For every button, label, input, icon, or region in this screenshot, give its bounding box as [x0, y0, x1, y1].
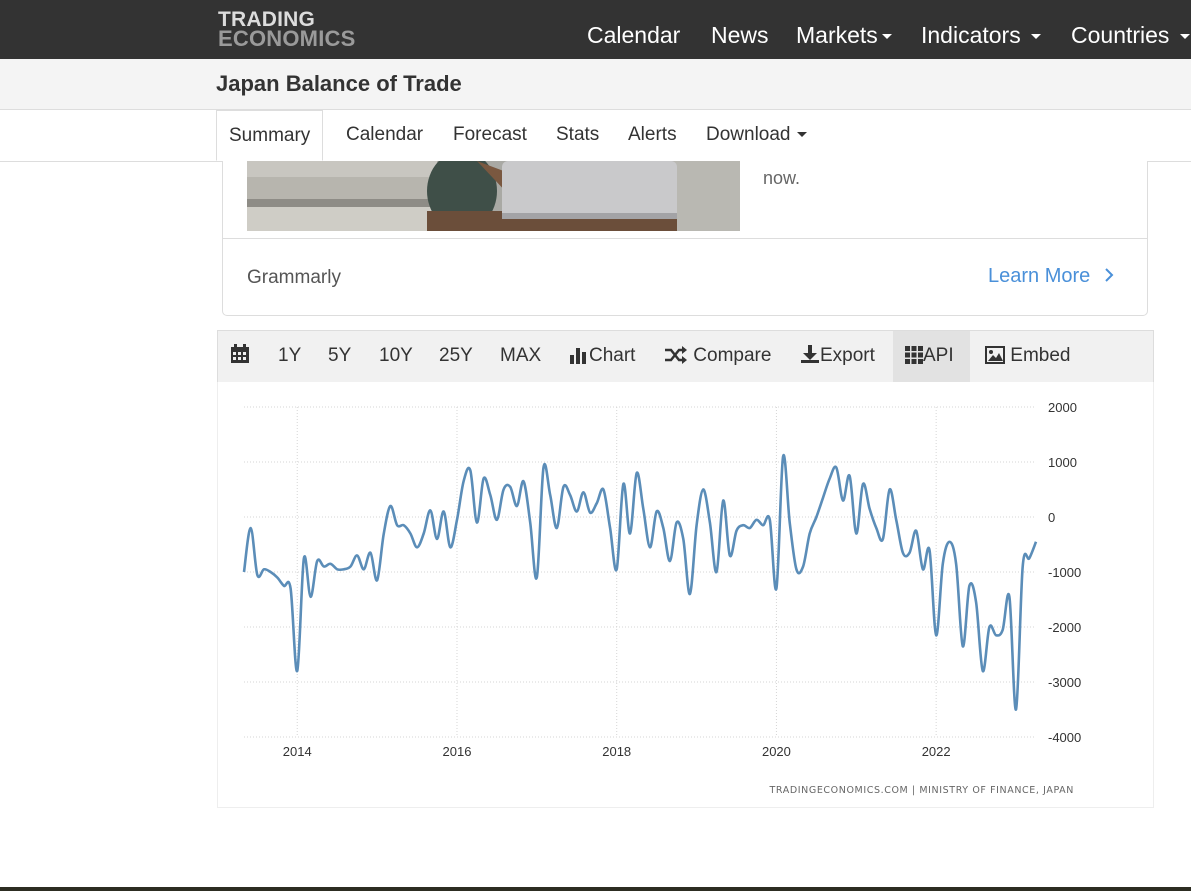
compare-button[interactable]: Compare	[664, 331, 771, 382]
compare-label: Compare	[693, 345, 772, 366]
date-range-picker[interactable]	[230, 331, 250, 382]
range-5y-label: 5Y	[328, 345, 352, 366]
range-10y-label: 10Y	[379, 345, 413, 366]
x-tick-label: 2014	[283, 744, 312, 759]
chart-source: TRADINGECONOMICS.COM | MINISTRY OF FINAN…	[769, 785, 1074, 796]
image-icon	[985, 346, 1005, 364]
grid-icon	[905, 346, 923, 364]
y-tick-label: -1000	[1048, 565, 1081, 580]
nav-news-label: News	[711, 22, 769, 48]
x-tick-label: 2018	[602, 744, 631, 759]
chevron-down-icon	[796, 132, 807, 138]
advertisement: now. Grammarly Learn More	[222, 161, 1148, 316]
tab-calendar[interactable]: Calendar	[346, 110, 423, 161]
range-10y-button[interactable]: 10Y	[379, 331, 413, 382]
export-label: Export	[820, 345, 875, 366]
x-tick-label: 2022	[922, 744, 951, 759]
x-tick-label: 2016	[443, 744, 472, 759]
top-navbar: TRADING ECONOMICS Calendar News Markets …	[0, 0, 1191, 59]
bar-chart-icon	[570, 348, 586, 364]
page-title: Japan Balance of Trade	[216, 71, 462, 96]
api-button[interactable]: API	[893, 331, 970, 382]
divider	[223, 238, 1147, 239]
nav-calendar[interactable]: Calendar	[587, 0, 680, 59]
learn-more-label: Learn More	[988, 265, 1091, 287]
nav-countries-label: Countries	[1071, 22, 1170, 48]
y-tick-label: 0	[1048, 510, 1055, 525]
y-tick-label: -4000	[1048, 730, 1081, 745]
range-1y-button[interactable]: 1Y	[278, 331, 301, 382]
nav-indicators[interactable]: Indicators	[921, 0, 1042, 59]
tab-alerts[interactable]: Alerts	[628, 110, 677, 161]
y-tick-label: 2000	[1048, 400, 1077, 415]
nav-countries[interactable]: Countries	[1071, 0, 1190, 59]
export-button[interactable]: Export	[800, 331, 875, 382]
chevron-down-icon	[1179, 34, 1190, 40]
range-25y-button[interactable]: 25Y	[439, 331, 473, 382]
ad-text: now.	[763, 168, 801, 188]
range-25y-label: 25Y	[439, 345, 473, 366]
embed-button[interactable]: Embed	[985, 331, 1070, 382]
tab-stats-label: Stats	[556, 124, 600, 145]
nav-news[interactable]: News	[711, 0, 769, 59]
tab-calendar-label: Calendar	[346, 124, 424, 145]
chart-container: 2000 1000 0 -1000 -2000 -3000 -4000 2014 2016 201…	[217, 382, 1154, 808]
embed-label: Embed	[1010, 345, 1071, 366]
chevron-down-icon	[1031, 34, 1042, 40]
tab-forecast[interactable]: Forecast	[453, 110, 527, 161]
tab-forecast-label: Forecast	[453, 124, 527, 145]
ad-brand: Grammarly	[247, 267, 341, 288]
tab-download-label: Download	[706, 124, 791, 145]
chevron-right-icon	[1105, 268, 1114, 282]
download-icon	[801, 345, 819, 363]
range-max-label: MAX	[500, 345, 542, 366]
x-tick-label: 2020	[762, 744, 791, 759]
tab-summary[interactable]: Summary	[216, 110, 324, 161]
y-tick-label: -2000	[1048, 620, 1081, 635]
learn-more-link[interactable]: Learn More	[988, 265, 1116, 288]
ad-photo-illustration	[247, 161, 740, 231]
shuffle-icon	[665, 346, 687, 364]
page-bottom-border	[0, 887, 1191, 891]
y-tick-label: 1000	[1048, 455, 1077, 470]
logo-line-2: ECONOMICS	[218, 26, 356, 51]
api-label: API	[923, 345, 954, 366]
chevron-down-icon	[881, 34, 892, 40]
tab-summary-label: Summary	[229, 125, 311, 146]
chart-toolbar: 1Y 5Y 10Y 25Y MAX Chart Compare Export A…	[217, 330, 1154, 383]
tab-alerts-label: Alerts	[628, 124, 677, 145]
nav-calendar-label: Calendar	[587, 22, 681, 48]
trading-economics-logo[interactable]: TRADING ECONOMICS	[218, 9, 356, 51]
section-tabs: Summary Calendar Forecast Stats Alerts D…	[0, 110, 1191, 162]
series-line	[242, 453, 1038, 711]
calendar-icon	[231, 344, 249, 363]
y-tick-label: -3000	[1048, 675, 1081, 690]
chart-label: Chart	[589, 345, 636, 366]
page-header: Japan Balance of Trade	[0, 59, 1191, 110]
nav-markets-label: Markets	[796, 22, 878, 48]
balance-of-trade-chart[interactable]: 2000 1000 0 -1000 -2000 -3000 -4000 2014 2016 201…	[218, 382, 1153, 807]
nav-indicators-label: Indicators	[921, 22, 1021, 48]
range-5y-button[interactable]: 5Y	[328, 331, 351, 382]
ad-image[interactable]	[247, 161, 740, 231]
tab-stats[interactable]: Stats	[556, 110, 599, 161]
tab-download[interactable]: Download	[706, 110, 807, 161]
range-1y-label: 1Y	[278, 345, 302, 366]
range-max-button[interactable]: MAX	[500, 331, 541, 382]
chart-type-button[interactable]: Chart	[569, 331, 635, 382]
nav-markets[interactable]: Markets	[796, 0, 892, 59]
